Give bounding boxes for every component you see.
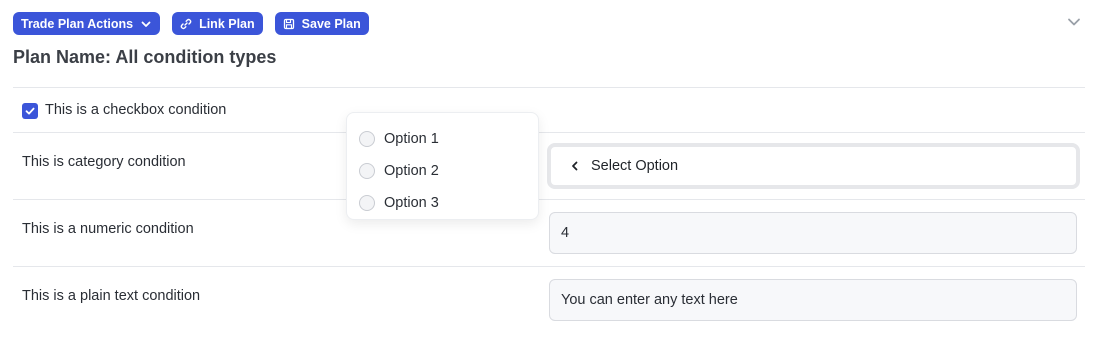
category-options-dropdown: Option 1 Option 2 Option 3	[346, 112, 539, 220]
option-1[interactable]: Option 1	[347, 123, 538, 155]
checkbox-condition-label: This is a checkbox condition	[45, 102, 227, 118]
trade-plan-actions-label: Trade Plan Actions	[21, 16, 134, 31]
plain-text-condition-row: This is a plain text condition You can e…	[13, 266, 1085, 333]
link-plan-button[interactable]: Link Plan	[172, 12, 263, 35]
category-condition-row: This is category condition Select Option	[13, 132, 1085, 199]
option-2[interactable]: Option 2	[347, 155, 538, 187]
option-label: Option 1	[384, 131, 439, 147]
save-plan-button[interactable]: Save Plan	[274, 12, 369, 35]
toolbar: Trade Plan Actions Link Plan Save Plan	[13, 12, 369, 35]
trade-plan-actions-button[interactable]: Trade Plan Actions	[13, 12, 161, 35]
conditions-list: This is a checkbox condition This is cat…	[13, 87, 1085, 333]
category-condition-label: This is category condition	[22, 154, 186, 170]
plan-name-heading: Plan Name: All condition types	[13, 47, 277, 67]
condition-checkbox[interactable]	[22, 103, 38, 119]
numeric-condition-row: This is a numeric condition 4	[13, 199, 1085, 266]
radio-button[interactable]	[359, 195, 375, 211]
numeric-input-value: 4	[561, 225, 570, 241]
save-plan-label: Save Plan	[301, 16, 361, 31]
numeric-input[interactable]: 4	[549, 212, 1077, 254]
checkmark-icon	[25, 107, 35, 115]
option-label: Option 2	[384, 163, 439, 179]
option-3[interactable]: Option 3	[347, 187, 538, 219]
option-label: Option 3	[384, 195, 439, 211]
collapse-chevron-icon[interactable]	[1066, 14, 1082, 30]
checkbox-condition-row: This is a checkbox condition	[13, 87, 1085, 132]
link-plan-label: Link Plan	[199, 16, 255, 31]
category-select-value: Select Option	[591, 158, 679, 174]
chevron-left-icon	[572, 161, 578, 171]
category-select[interactable]: Select Option	[547, 143, 1080, 189]
link-icon	[180, 18, 192, 29]
radio-button[interactable]	[359, 163, 375, 179]
save-icon	[283, 18, 294, 29]
plain-text-input-value: You can enter any text here	[561, 292, 738, 308]
plain-text-condition-label: This is a plain text condition	[22, 288, 201, 304]
radio-button[interactable]	[359, 131, 375, 147]
plain-text-input[interactable]: You can enter any text here	[549, 279, 1077, 321]
numeric-condition-label: This is a numeric condition	[22, 221, 194, 237]
chevron-down-icon	[141, 21, 151, 27]
